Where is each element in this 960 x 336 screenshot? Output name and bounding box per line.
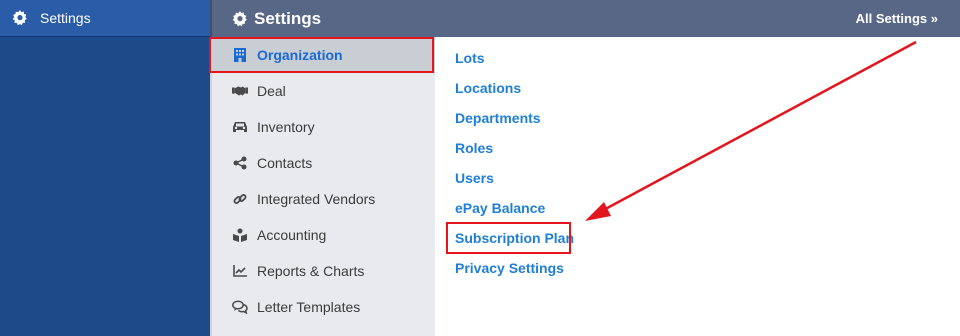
category-label: Letter Templates — [257, 299, 361, 315]
comments-icon — [232, 299, 248, 315]
settings-links-panel: Lots Locations Departments Roles Users e… — [435, 37, 960, 336]
category-contacts[interactable]: Contacts — [212, 145, 435, 181]
category-reports-charts[interactable]: Reports & Charts — [212, 253, 435, 289]
category-inventory[interactable]: Inventory — [212, 109, 435, 145]
link-icon — [232, 191, 248, 207]
page-title: Settings — [232, 9, 321, 29]
building-icon — [232, 47, 248, 63]
all-settings-link[interactable]: All Settings » — [856, 11, 938, 26]
category-label: Integrated Vendors — [257, 191, 376, 207]
gear-icon — [12, 10, 28, 26]
app-sidebar: Settings — [0, 0, 210, 336]
category-integrated-vendors[interactable]: Integrated Vendors — [212, 181, 435, 217]
settings-header-bar: Settings All Settings » — [210, 0, 960, 37]
link-roles[interactable]: Roles — [435, 133, 960, 163]
car-icon — [232, 119, 248, 135]
category-deal[interactable]: Deal — [212, 73, 435, 109]
category-label: Contacts — [257, 155, 313, 171]
category-label: Inventory — [257, 119, 315, 135]
share-icon — [232, 155, 248, 171]
link-departments[interactable]: Departments — [435, 103, 960, 133]
category-organization[interactable]: Organization — [212, 37, 435, 73]
category-accounting[interactable]: Accounting — [212, 217, 435, 253]
link-locations[interactable]: Locations — [435, 73, 960, 103]
link-epay-balance[interactable]: ePay Balance — [435, 193, 960, 223]
sidebar-settings-item[interactable]: Settings — [0, 0, 210, 37]
link-privacy-settings[interactable]: Privacy Settings — [435, 253, 960, 283]
sidebar-settings-label: Settings — [40, 10, 91, 26]
chart-line-icon — [232, 263, 248, 279]
gear-icon — [232, 10, 248, 27]
link-users[interactable]: Users — [435, 163, 960, 193]
category-label: Deal — [257, 83, 286, 99]
handshake-icon — [232, 83, 248, 99]
link-subscription-plan[interactable]: Subscription Plan — [435, 223, 960, 253]
settings-category-nav: Organization Deal Inventory Contacts Int… — [210, 37, 435, 336]
category-label: Organization — [257, 47, 343, 63]
page-title-text: Settings — [254, 8, 322, 28]
category-label: Reports & Charts — [257, 263, 365, 279]
book-reader-icon — [232, 227, 248, 243]
link-lots[interactable]: Lots — [435, 43, 960, 73]
category-label: Accounting — [257, 227, 327, 243]
category-letter-templates[interactable]: Letter Templates — [212, 289, 435, 325]
